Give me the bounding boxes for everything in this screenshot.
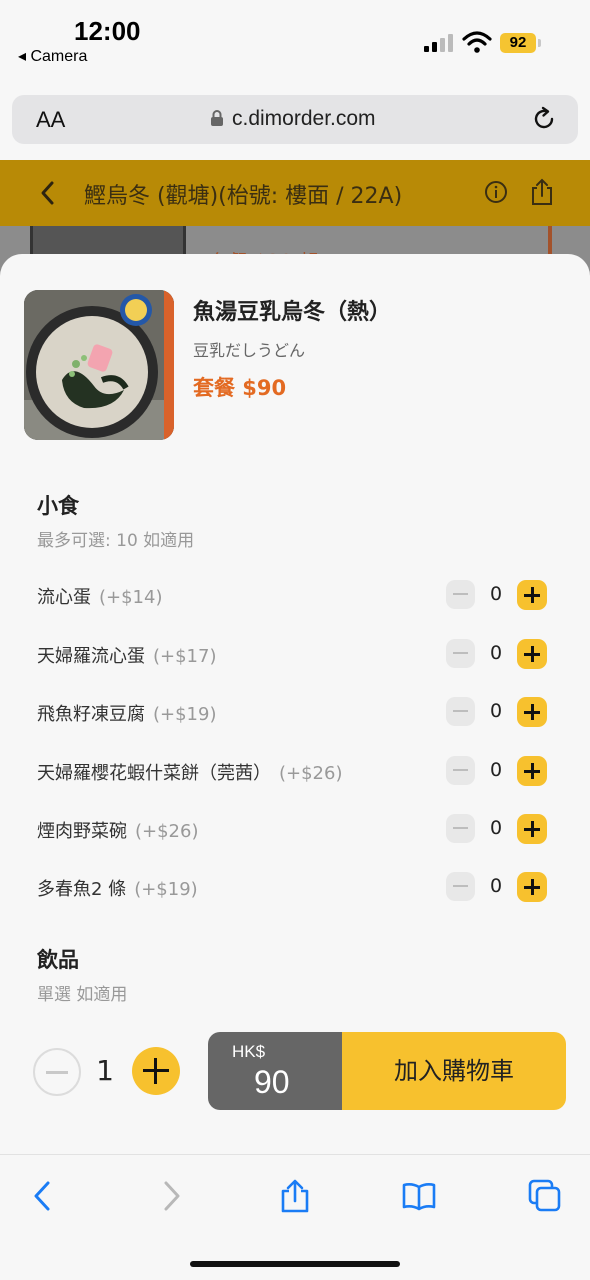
increase-button[interactable] bbox=[517, 639, 547, 669]
increase-button[interactable] bbox=[517, 872, 547, 902]
option-quantity: 0 bbox=[489, 700, 503, 722]
quantity-decrease-button[interactable] bbox=[33, 1048, 81, 1096]
battery-tip bbox=[538, 39, 541, 47]
currency-label: HK$ bbox=[232, 1042, 266, 1061]
forward-icon[interactable] bbox=[154, 1179, 188, 1213]
restaurant-title: 鰹烏冬 (觀塘)(枱號: 樓面 / 22A) bbox=[84, 184, 403, 209]
option-label: 流心蛋 (+$14) bbox=[37, 587, 163, 608]
option-quantity: 0 bbox=[489, 759, 503, 781]
dish-subtitle: 豆乳だしうどん bbox=[193, 341, 306, 360]
dish-photo bbox=[24, 290, 174, 440]
decrease-button[interactable] bbox=[446, 639, 475, 668]
tabs-icon[interactable] bbox=[528, 1179, 562, 1213]
decrease-button[interactable] bbox=[446, 580, 475, 609]
share-icon[interactable] bbox=[530, 178, 554, 206]
option-label: 天婦羅櫻花蝦什菜餅（莞茜） (+$26) bbox=[37, 763, 343, 784]
add-to-cart-button[interactable]: 加入購物車 bbox=[342, 1032, 566, 1110]
option-row: 多春魚2 條 (+$19) 0 bbox=[0, 863, 590, 909]
decrease-button[interactable] bbox=[446, 814, 475, 843]
cellular-signal-icon bbox=[424, 34, 454, 52]
back-arrow-icon[interactable] bbox=[36, 178, 60, 208]
option-row: 天婦羅流心蛋 (+$17) 0 bbox=[0, 630, 590, 676]
option-row: 煙肉野菜碗 (+$26) 0 bbox=[0, 805, 590, 851]
option-label: 天婦羅流心蛋 (+$17) bbox=[37, 646, 217, 667]
clock: 12:00 bbox=[74, 16, 141, 46]
option-label: 多春魚2 條 (+$19) bbox=[37, 879, 198, 900]
lock-icon bbox=[211, 110, 223, 126]
dish-price: 套餐 $90 bbox=[193, 376, 287, 400]
order-quantity: 1 bbox=[96, 1054, 114, 1087]
option-quantity: 0 bbox=[489, 817, 503, 839]
option-row: 流心蛋 (+$14) 0 bbox=[0, 571, 590, 617]
home-indicator bbox=[190, 1261, 400, 1267]
page-header: 鰹烏冬 (觀塘)(枱號: 樓面 / 22A) bbox=[0, 160, 590, 226]
increase-button[interactable] bbox=[517, 814, 547, 844]
increase-button[interactable] bbox=[517, 756, 547, 786]
wifi-icon bbox=[462, 31, 492, 53]
browser-toolbar bbox=[0, 1154, 590, 1280]
option-row: 飛魚籽凍豆腐 (+$19) 0 bbox=[0, 688, 590, 734]
back-icon[interactable] bbox=[26, 1179, 60, 1213]
section-hint-drinks: 單選 如適用 bbox=[37, 985, 128, 1005]
reload-icon[interactable] bbox=[530, 105, 558, 133]
decrease-button[interactable] bbox=[446, 872, 475, 901]
option-label: 煙肉野菜碗 (+$26) bbox=[37, 821, 199, 842]
share-icon[interactable] bbox=[278, 1179, 312, 1213]
section-hint-snacks: 最多可選: 10 如適用 bbox=[37, 531, 195, 551]
bookmarks-icon[interactable] bbox=[402, 1179, 436, 1213]
option-quantity: 0 bbox=[489, 583, 503, 605]
total-price-box: HK$ 90 bbox=[208, 1032, 342, 1110]
url-text[interactable]: c.dimorder.com bbox=[232, 107, 376, 131]
option-row: 天婦羅櫻花蝦什菜餅（莞茜） (+$26) 0 bbox=[0, 747, 590, 793]
address-bar[interactable]: AA c.dimorder.com bbox=[12, 95, 578, 144]
total-amount: 90 bbox=[254, 1064, 290, 1100]
dish-name: 魚湯豆乳烏冬（熱） bbox=[193, 300, 392, 325]
increase-button[interactable] bbox=[517, 580, 547, 610]
item-options-sheet: 魚湯豆乳烏冬（熱） 豆乳だしうどん 套餐 $90 小食 最多可選: 10 如適用… bbox=[0, 254, 590, 1154]
status-bar: 12:00 ◂ Camera 92 bbox=[0, 0, 590, 80]
browser-address-area: AA c.dimorder.com bbox=[0, 80, 590, 160]
section-title-drinks: 飲品 bbox=[37, 948, 79, 972]
battery-icon: 92 bbox=[500, 33, 536, 53]
section-title-snacks: 小食 bbox=[37, 494, 79, 518]
option-quantity: 0 bbox=[489, 875, 503, 897]
quantity-increase-button[interactable] bbox=[132, 1047, 180, 1095]
decrease-button[interactable] bbox=[446, 697, 475, 726]
text-size-button[interactable]: AA bbox=[36, 107, 65, 133]
decrease-button[interactable] bbox=[446, 756, 475, 785]
back-to-camera-link[interactable]: ◂ Camera bbox=[18, 46, 87, 66]
option-quantity: 0 bbox=[489, 642, 503, 664]
increase-button[interactable] bbox=[517, 697, 547, 727]
option-label: 飛魚籽凍豆腐 (+$19) bbox=[37, 704, 217, 725]
info-icon[interactable] bbox=[484, 180, 508, 204]
